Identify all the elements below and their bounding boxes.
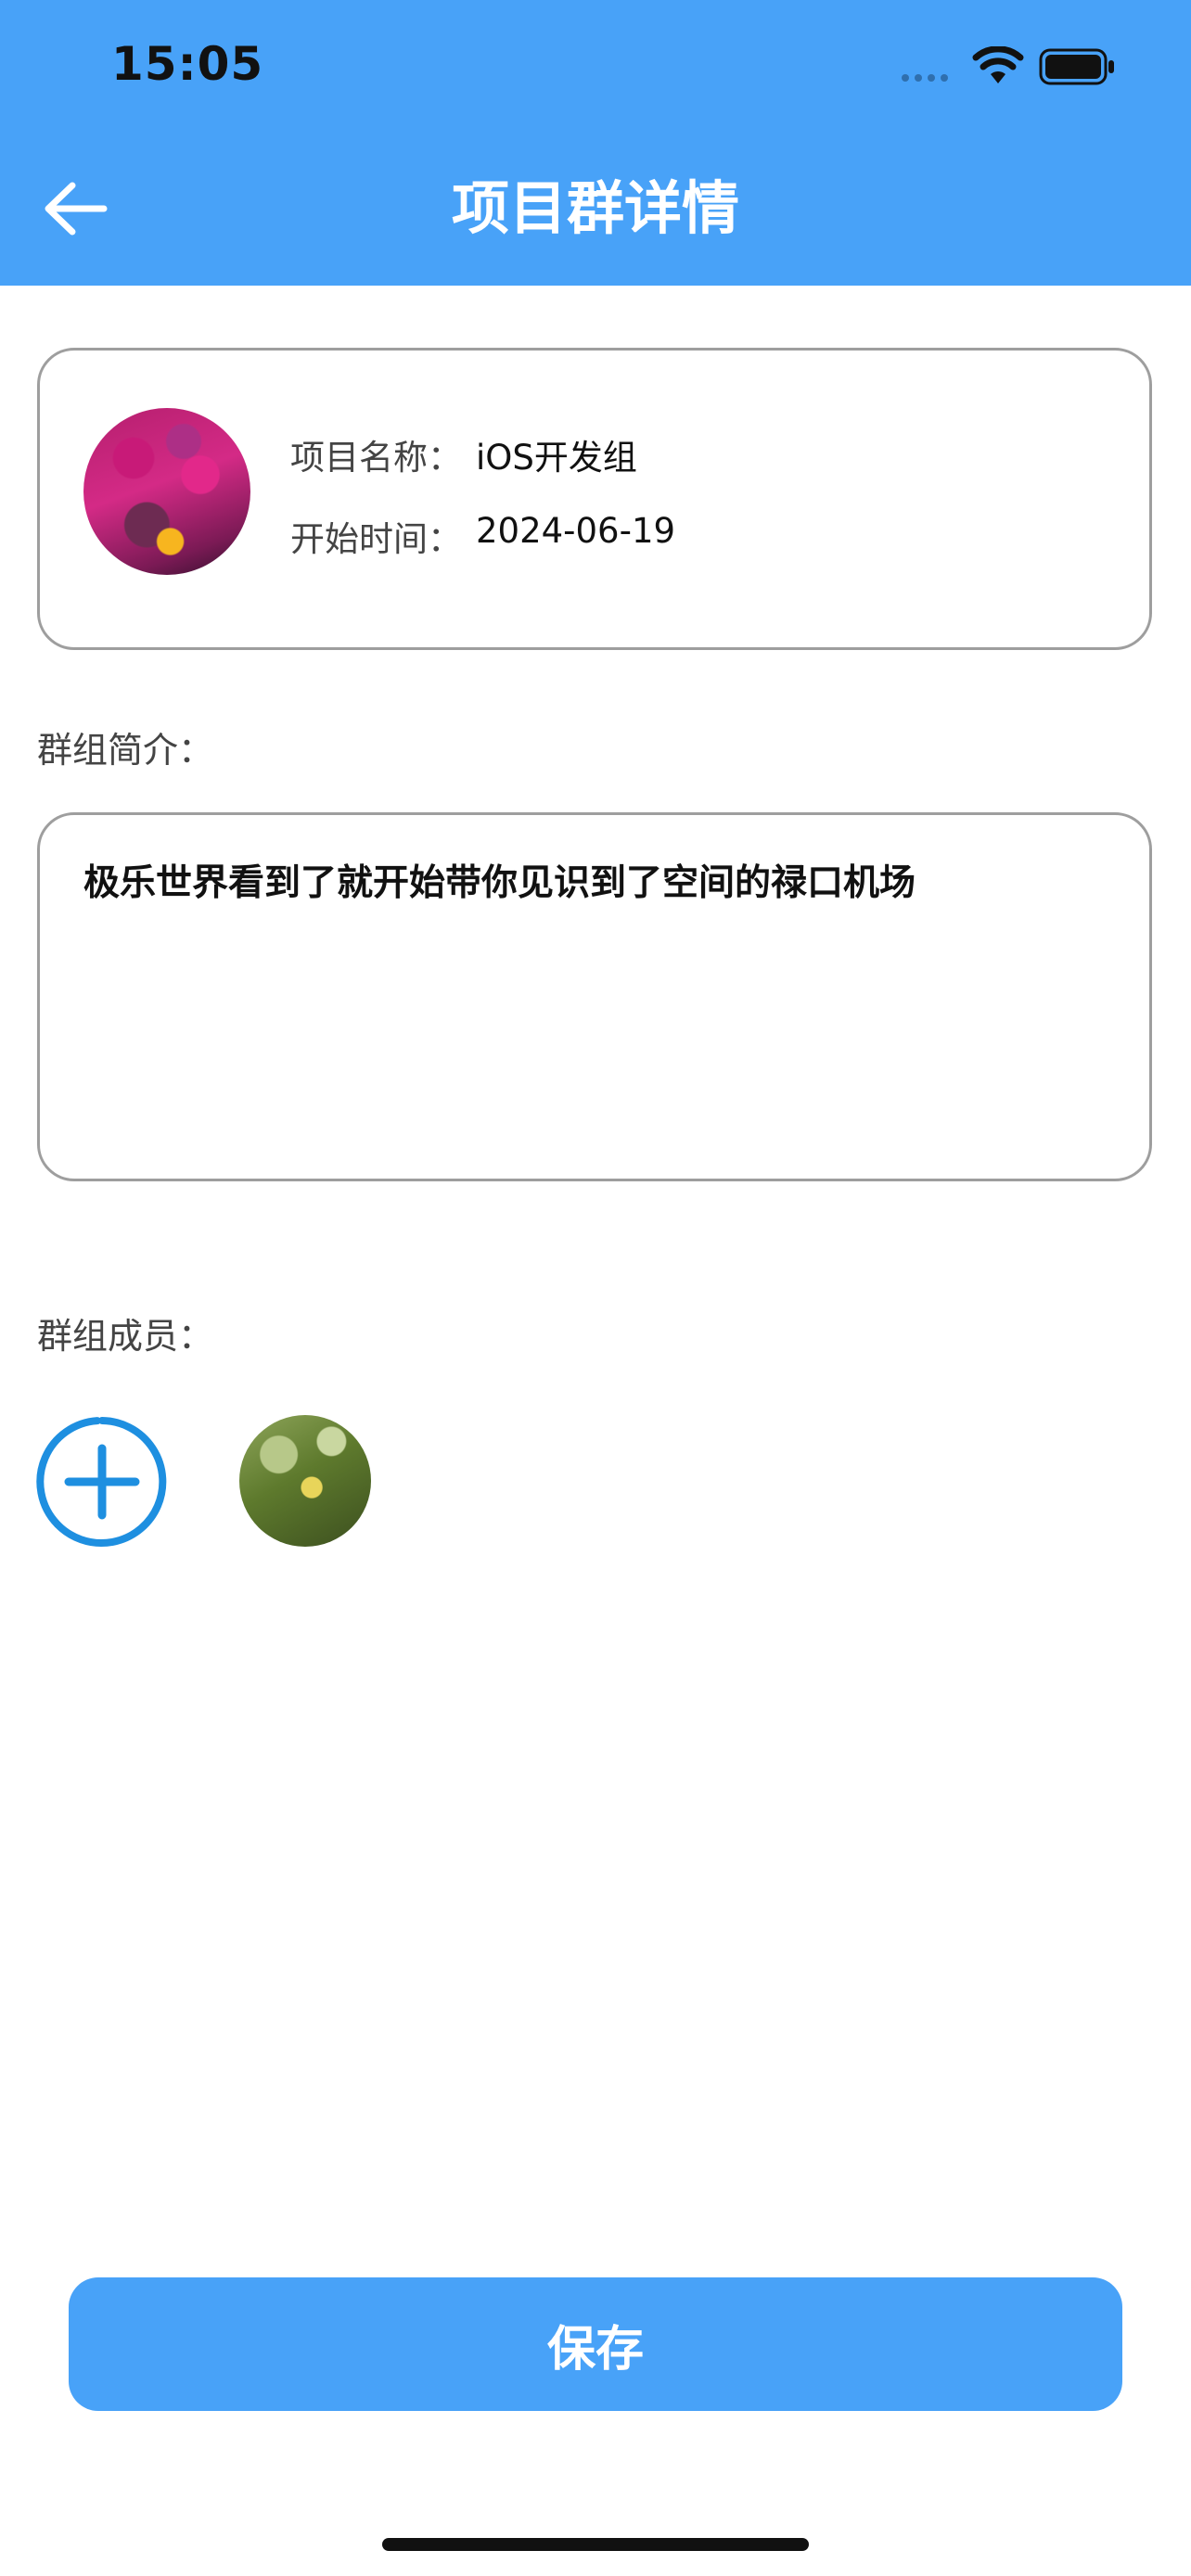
- group-intro-label: 群组简介：: [37, 730, 214, 771]
- project-name-label: 项目名称：: [290, 438, 462, 478]
- group-intro-textarea[interactable]: 极乐世界看到了就开始带你见识到了空间的禄口机场: [37, 812, 1152, 1181]
- status-time: 15:05: [111, 37, 264, 91]
- header-bar: 15:05 项目群详情: [0, 0, 1191, 286]
- cellular-signal-icon: [902, 74, 948, 82]
- start-time-value: 2024-06-19: [476, 511, 676, 551]
- start-time-label: 开始时间：: [290, 519, 462, 559]
- project-name-value: iOS开发组: [476, 438, 637, 478]
- save-button[interactable]: 保存: [69, 2277, 1122, 2411]
- project-avatar[interactable]: [83, 408, 250, 575]
- add-circle-icon[interactable]: [35, 1415, 169, 1549]
- member-avatar[interactable]: [239, 1415, 371, 1547]
- project-info-card: 项目名称： iOS开发组 开始时间： 2024-06-19: [37, 348, 1152, 650]
- page-title: 项目群详情: [451, 174, 739, 242]
- group-intro-text: 极乐世界看到了就开始带你见识到了空间的禄口机场: [83, 862, 916, 904]
- group-members-label: 群组成员：: [37, 1316, 214, 1357]
- battery-icon: [1039, 48, 1114, 85]
- home-indicator: [382, 2538, 809, 2551]
- wifi-icon: [972, 46, 1024, 83]
